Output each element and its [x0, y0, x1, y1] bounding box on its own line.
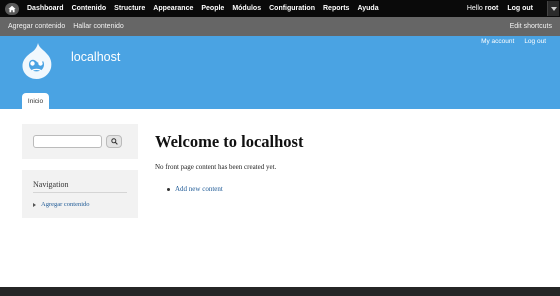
navigation-block: Navigation Agregar contenido: [22, 170, 138, 218]
admin-menu: Dashboard Contenido Structure Appearance…: [23, 5, 383, 12]
menu-item-structure[interactable]: Structure: [110, 5, 149, 12]
add-new-content-link[interactable]: Add new content: [175, 185, 223, 193]
nav-item-agregar-contenido[interactable]: Agregar contenido: [33, 201, 90, 208]
drupal-logo-icon[interactable]: [20, 42, 53, 80]
my-account-link[interactable]: My account: [481, 38, 514, 45]
hello-user: Hello root: [467, 5, 499, 12]
edit-shortcuts-link[interactable]: Edit shortcuts: [510, 23, 552, 30]
page-title: Welcome to localhost: [155, 132, 304, 151]
menu-item-people[interactable]: People: [197, 5, 228, 12]
secondary-menu: My account Log out: [471, 38, 546, 45]
search-icon: [110, 138, 118, 145]
shortcut-hallar-contenido[interactable]: Hallar contenido: [65, 23, 124, 30]
menu-item-contenido[interactable]: Contenido: [68, 5, 111, 12]
search-button[interactable]: [106, 135, 122, 148]
header-logout-link[interactable]: Log out: [524, 38, 546, 45]
toolbar-logout-link[interactable]: Log out: [507, 5, 533, 12]
nav-item-label[interactable]: Agregar contenido: [41, 201, 90, 208]
menu-item-ayuda[interactable]: Ayuda: [353, 5, 382, 12]
username-link[interactable]: root: [485, 5, 499, 12]
menu-item-modulos[interactable]: Módulos: [228, 5, 265, 12]
bullet-icon: [167, 187, 170, 191]
home-icon[interactable]: [5, 2, 19, 15]
list-item: Add new content: [167, 185, 223, 193]
tab-inicio[interactable]: Inicio: [22, 93, 49, 109]
search-block: [22, 124, 138, 159]
toolbar-user-area: Hello root Log out: [467, 0, 560, 17]
site-header: localhost My account Log out Inicio: [0, 36, 560, 109]
site-name[interactable]: localhost: [71, 50, 120, 64]
search-input[interactable]: [33, 135, 102, 148]
menu-item-appearance[interactable]: Appearance: [149, 5, 197, 12]
triangle-right-icon: [33, 202, 36, 207]
menu-item-reports[interactable]: Reports: [319, 5, 353, 12]
menu-item-configuration[interactable]: Configuration: [265, 5, 319, 12]
hello-prefix: Hello: [466, 5, 483, 12]
chevron-down-icon[interactable]: [547, 1, 559, 16]
navigation-title: Navigation: [33, 180, 69, 189]
menu-item-dashboard[interactable]: Dashboard: [23, 5, 68, 12]
front-page-message: No front page content has been created y…: [155, 163, 277, 171]
footer: [0, 287, 560, 296]
shortcuts-bar: Agregar contenido Hallar contenido Edit …: [0, 17, 560, 36]
shortcut-agregar-contenido[interactable]: Agregar contenido: [0, 23, 65, 30]
navigation-divider: [33, 192, 127, 193]
admin-toolbar: Dashboard Contenido Structure Appearance…: [0, 0, 560, 17]
